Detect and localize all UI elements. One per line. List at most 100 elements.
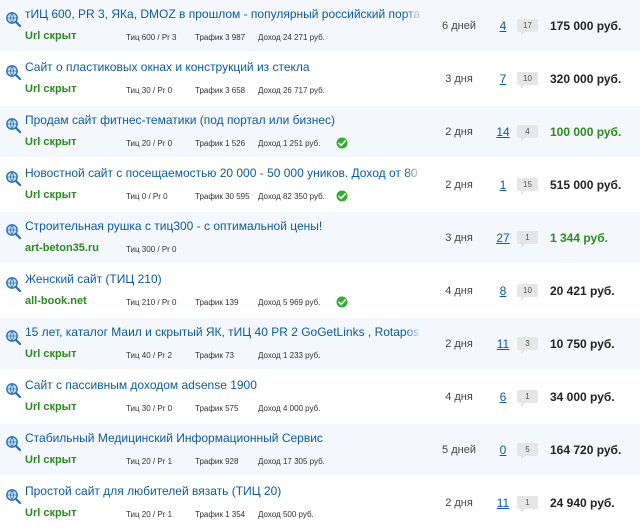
listing-bids-link[interactable]: 6: [490, 390, 516, 404]
listing-bids-link[interactable]: 8: [490, 284, 516, 298]
listing-bids-link[interactable]: 7: [490, 72, 516, 86]
listing-views-badge: 1: [517, 231, 538, 248]
listing-bids-link[interactable]: 4: [490, 19, 516, 33]
listing-row: Строительная рушка с тиц300 - с оптималь…: [0, 212, 640, 265]
listing-price: 320 000 руб.: [550, 72, 622, 86]
listing-tic: Тиц 20 / Pr 0: [126, 139, 173, 148]
listing-traffic: Трафик 1 354: [195, 510, 246, 519]
listing-views-badge: 1: [517, 390, 538, 407]
listing-row: Сайт с пассивным доходом adsense 1900 Url…: [0, 371, 640, 424]
listing-row: тИЦ 600, PR 3, ЯКа, DMOZ в прошлом - поп…: [0, 0, 640, 53]
listing-age: 2 дня: [445, 497, 473, 509]
magnifier-globe-icon[interactable]: [5, 11, 22, 28]
magnifier-globe-icon[interactable]: [5, 64, 22, 81]
listing-views-badge: 10: [517, 284, 538, 301]
listing-row: 15 лет, каталог Маил и скрытый ЯК, тИЦ 4…: [0, 318, 640, 371]
listing-bids-link[interactable]: 14: [490, 125, 516, 139]
listing-views-badge: 3: [517, 337, 538, 354]
listing-row: Продам сайт фитнес-тематики (под портал …: [0, 106, 640, 159]
listing-age: 4 дня: [445, 391, 473, 403]
listing-traffic: Трафик 575: [195, 404, 239, 413]
listing-site: Url скрыт: [25, 189, 77, 201]
listing-title-link[interactable]: Сайт о пластиковых окнах и конструкций и…: [25, 60, 420, 74]
listing-price: 164 720 руб.: [550, 443, 622, 457]
magnifier-globe-icon[interactable]: [5, 382, 22, 399]
listing-income: Доход 24 271 руб.: [258, 33, 325, 42]
listing-site: all-book.net: [25, 295, 87, 307]
listing-tic: Тиц 300 / Pr 0: [126, 245, 177, 254]
magnifier-globe-icon[interactable]: [5, 170, 22, 187]
listing-title-link[interactable]: 15 лет, каталог Маил и скрытый ЯК, тИЦ 4…: [25, 325, 420, 339]
magnifier-globe-icon[interactable]: [5, 435, 22, 452]
listing-bids-link[interactable]: 11: [490, 337, 516, 351]
listing-title-link[interactable]: Строительная рушка с тиц300 - с оптималь…: [25, 219, 420, 233]
listing-age: 5 дней: [442, 444, 476, 456]
listing-tic: Тиц 210 / Pr 0: [126, 298, 177, 307]
listing-title-link[interactable]: Продам сайт фитнес-тематики (под портал …: [25, 113, 420, 127]
listing-income: Доход 1 251 руб.: [258, 139, 321, 148]
listing-title-link[interactable]: Стабильный Медицинский Информационный Се…: [25, 431, 420, 445]
listing-price: 1 344 руб.: [550, 231, 608, 245]
listing-bids-link[interactable]: 11: [490, 496, 516, 510]
magnifier-globe-icon[interactable]: [5, 223, 22, 240]
listing-age: 3 дня: [445, 73, 473, 85]
listing-price: 10 750 руб.: [550, 337, 615, 351]
listing-price: 20 421 руб.: [550, 284, 615, 298]
listing-income: Доход 17 305 руб.: [258, 457, 325, 466]
magnifier-globe-icon[interactable]: [5, 276, 22, 293]
magnifier-globe-icon[interactable]: [5, 488, 22, 505]
listing-income: Доход 26 717 руб.: [258, 86, 325, 95]
listing-tic: Тиц 30 / Pr 0: [126, 86, 173, 95]
listing-row: Новостной сайт с посещаемостью 20 000 - …: [0, 159, 640, 212]
verified-check-icon: [336, 295, 348, 308]
listing-income: Доход 4 000 руб.: [258, 404, 321, 413]
magnifier-globe-icon[interactable]: [5, 329, 22, 346]
listing-row: Сайт о пластиковых окнах и конструкций и…: [0, 53, 640, 106]
listing-views-badge: 5: [517, 443, 538, 460]
listing-bids-link[interactable]: 27: [490, 231, 516, 245]
listing-title-link[interactable]: Новостной сайт с посещаемостью 20 000 - …: [25, 166, 420, 180]
listing-site: art-beton35.ru: [25, 242, 99, 254]
listing-title-link[interactable]: Женский сайт (ТИЦ 210): [25, 272, 420, 286]
listing-site: Url скрыт: [25, 454, 77, 466]
listing-title-link[interactable]: Сайт с пассивным доходом adsense 1900: [25, 378, 420, 392]
listing-views-badge: 4: [517, 125, 538, 142]
listing-row: Простой сайт для любителей вязать (ТИЦ 2…: [0, 477, 640, 530]
listing-title-link[interactable]: Простой сайт для любителей вязать (ТИЦ 2…: [25, 484, 420, 498]
listing-tic: Тиц 20 / Pr 1: [126, 510, 173, 519]
listing-income: Доход 82 350 руб.: [258, 192, 325, 201]
listing-views-badge: 15: [517, 178, 538, 195]
listing-price: 34 000 руб.: [550, 390, 615, 404]
listing-age: 6 дней: [442, 20, 476, 32]
listing-price: 515 000 руб.: [550, 178, 622, 192]
listing-title-link[interactable]: тИЦ 600, PR 3, ЯКа, DMOZ в прошлом - поп…: [25, 7, 420, 21]
listing-age: 4 дня: [445, 285, 473, 297]
listing-row: Женский сайт (ТИЦ 210) all-book.net Тиц 21…: [0, 265, 640, 318]
listings-list: тИЦ 600, PR 3, ЯКа, DMOZ в прошлом - поп…: [0, 0, 640, 530]
listing-tic: Тиц 600 / Pr 3: [126, 33, 177, 42]
listing-income: Доход 5 969 руб.: [258, 298, 321, 307]
listing-traffic: Трафик 73: [195, 351, 235, 360]
listing-traffic: Трафик 3 987: [195, 33, 246, 42]
listing-tic: Тиц 30 / Pr 0: [126, 404, 173, 413]
listing-tic: Тиц 0 / Pr 0: [126, 192, 168, 201]
listing-site: Url скрыт: [25, 136, 77, 148]
listing-income: Доход 500 руб.: [258, 510, 314, 519]
listing-traffic: Трафик 3 658: [195, 86, 246, 95]
listing-bids-link[interactable]: 0: [490, 443, 516, 457]
listing-tic: Тиц 20 / Pr 1: [126, 457, 173, 466]
listing-site: Url скрыт: [25, 348, 77, 360]
listing-views-badge: 17: [517, 19, 538, 36]
listing-views-badge: 10: [517, 72, 538, 89]
listing-traffic: Трафик 139: [195, 298, 239, 307]
magnifier-globe-icon[interactable]: [5, 117, 22, 134]
listing-age: 2 дня: [445, 179, 473, 191]
listing-bids-link[interactable]: 1: [490, 178, 516, 192]
verified-check-icon: [336, 189, 348, 202]
listing-income: Доход 1 233 руб.: [258, 351, 321, 360]
listing-price: 175 000 руб.: [550, 19, 622, 33]
listing-traffic: Трафик 30 595: [195, 192, 250, 201]
verified-check-icon: [336, 136, 348, 149]
listing-site: Url скрыт: [25, 83, 77, 95]
listing-views-badge: 1: [517, 496, 538, 513]
